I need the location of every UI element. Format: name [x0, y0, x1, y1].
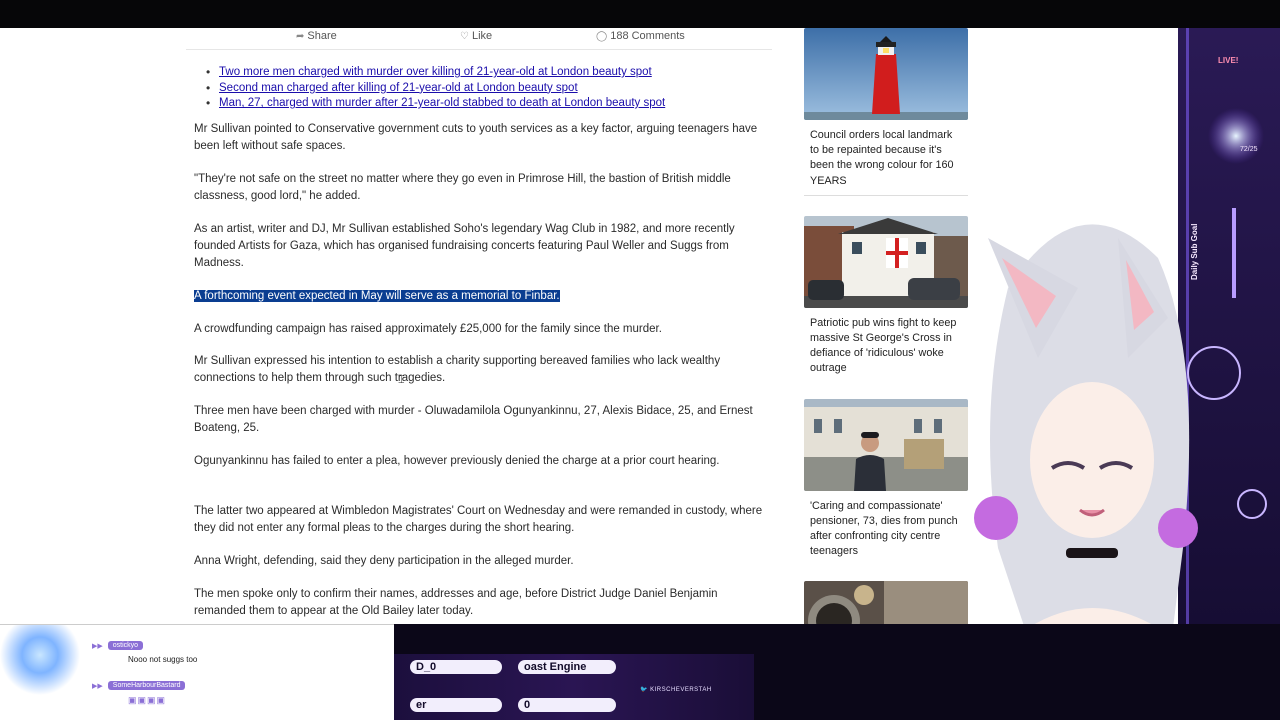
article-body: ➦ Share ♡ Like ◯ 188 Comments Two more m…	[0, 28, 800, 624]
comments-label: 188 Comments	[610, 30, 685, 42]
info-field: oast Engine	[518, 660, 616, 674]
heart-icon: ♡	[460, 30, 469, 42]
article-paragraph: "They're not safe on the street no matte…	[194, 173, 731, 202]
live-label: LIVE!	[1218, 56, 1239, 65]
related-link[interactable]: Second man charged after killing of 21-y…	[219, 82, 578, 94]
related-link[interactable]: Man, 27, charged with murder after 21-ye…	[219, 97, 665, 109]
sidebar-story[interactable]: 'Caring and compassionate' pensioner, 73…	[804, 398, 968, 560]
chat-text: Nooo not suggs too	[128, 655, 198, 664]
info-field: D_0	[410, 660, 502, 674]
article-paragraph: Anna Wright, defending, said they deny p…	[194, 555, 574, 567]
chat-mascot-icon	[0, 625, 80, 720]
chevron-right-icon: ▶▶	[92, 682, 103, 690]
emote-icon: ▣▣▣▣	[128, 695, 167, 705]
share-icon: ➦	[296, 30, 305, 42]
mouse-cursor-icon: ⌶	[398, 374, 405, 386]
chat-username: ostickyo	[107, 641, 144, 650]
sidebar-story[interactable]: Patriotic pub wins fight to keep massive…	[804, 215, 968, 377]
social-handle-text: KIRSCHEVERSTAH	[650, 687, 712, 693]
chat-box: ▶▶ ostickyo Nooo not suggs too ▶▶ SomeHa…	[0, 624, 394, 720]
chat-message: Nooo not suggs too	[128, 655, 197, 664]
comment-icon: ◯	[596, 30, 608, 42]
chat-username: SomeHarbourBastard	[107, 681, 186, 690]
article-paragraph: Three men have been charged with murder …	[194, 405, 753, 434]
sub-goal-label: Daily Sub Goal	[1190, 223, 1199, 280]
stream-bottom-bar: ▶▶ ostickyo Nooo not suggs too ▶▶ SomeHa…	[0, 624, 1280, 720]
article-paragraph: As an artist, writer and DJ, Mr Sullivan…	[194, 223, 735, 269]
article-paragraph: Mr Sullivan expressed his intention to e…	[194, 355, 721, 384]
chat-message: ▶▶ ostickyo	[92, 641, 144, 650]
stream-overlay: LIVE! 72/25 Daily Sub Goal	[968, 28, 1280, 720]
chat-message: ▶▶ SomeHarbourBastard	[92, 681, 186, 690]
highlighted-paragraph: A forthcoming event expected in May will…	[194, 288, 766, 305]
article-paragraph: The men spoke only to confirm their name…	[194, 588, 718, 617]
info-field: 0	[518, 698, 616, 712]
vtuber-avatar	[968, 28, 1280, 720]
sidebar-story-title[interactable]: Patriotic pub wins fight to keep massive…	[810, 316, 962, 377]
sidebar-story-title[interactable]: Council orders local landmark to be repa…	[810, 128, 962, 189]
related-link[interactable]: Two more men charged with murder over ki…	[219, 66, 652, 78]
comments-button[interactable]: ◯ 188 Comments	[596, 30, 685, 42]
article-paragraph: A crowdfunding campaign has raised appro…	[194, 323, 662, 335]
like-button[interactable]: ♡ Like	[460, 30, 492, 42]
chat-emotes: ▣▣▣▣	[128, 695, 166, 706]
related-links-list: Two more men charged with murder over ki…	[206, 65, 665, 112]
list-item: Man, 27, charged with murder after 21-ye…	[206, 96, 665, 112]
sidebar-story[interactable]: Council orders local landmark to be repa…	[804, 28, 968, 196]
list-item: Two more men charged with murder over ki…	[206, 65, 665, 81]
article-paragraph: Mr Sullivan pointed to Conservative gove…	[194, 123, 758, 152]
sidebar-story-title[interactable]: 'Caring and compassionate' pensioner, 73…	[810, 499, 962, 560]
top-black-strip	[0, 0, 1280, 28]
divider	[804, 194, 968, 196]
share-label: Share	[307, 30, 337, 42]
like-label: Like	[471, 30, 493, 42]
info-field: er	[410, 698, 502, 712]
selected-text: A forthcoming event expected in May will…	[194, 290, 560, 302]
share-bar: ➦ Share ♡ Like ◯ 188 Comments	[186, 28, 772, 50]
list-item: Second man charged after killing of 21-y…	[206, 81, 665, 97]
pensioner-image[interactable]	[804, 398, 968, 491]
sidebar: Council orders local landmark to be repa…	[804, 28, 968, 638]
article-paragraph: Ogunyankinnu has failed to enter a plea,…	[194, 455, 720, 467]
article-paragraph: The latter two appeared at Wimbledon Mag…	[194, 505, 763, 534]
twitter-icon: 🐦	[640, 687, 651, 693]
chevron-right-icon: ▶▶	[92, 642, 103, 650]
social-handle: 🐦 KIRSCHEVERSTAH	[640, 686, 712, 693]
pub-image[interactable]	[804, 215, 968, 308]
share-button[interactable]: ➦ Share	[296, 30, 337, 42]
sub-goal-count: 72/25	[1240, 146, 1258, 153]
lighthouse-image[interactable]	[804, 28, 968, 120]
